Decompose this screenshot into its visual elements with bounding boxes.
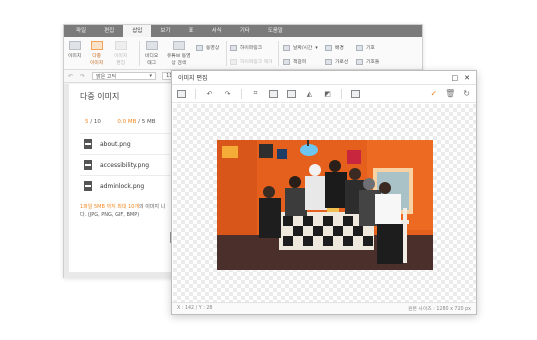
font-family-select[interactable]: 맑은 고딕 ▾ [92, 72, 157, 80]
ribbon-divider [278, 41, 279, 66]
remove-hyperlink-button[interactable]: 하이퍼링크 제거 [230, 58, 272, 65]
resize-icon[interactable] [269, 89, 278, 98]
calendar-icon [283, 44, 290, 51]
filter-icon[interactable]: ◩ [323, 90, 332, 98]
upload-note: 1파일 5MB 까지 최대 10개의 이미지 니다. (JPG, PNG, GI… [80, 204, 166, 218]
undo-icon[interactable]: ↶ [68, 73, 73, 80]
multi-image-panel: 다중 이미지 5 / 10 0.0 MB / 5 MB about.png ac… [80, 91, 170, 219]
dialog-status-bar: X : 142 / Y : 28 원본 사이즈 : 1280 x 720 px [172, 302, 476, 314]
redo-icon[interactable]: ↷ [80, 73, 85, 80]
image-edit-icon [114, 41, 127, 50]
file-icon [84, 139, 92, 149]
symbol-button[interactable]: 기호 [356, 44, 375, 51]
toolbar-divider [341, 88, 342, 99]
rotate-icon[interactable] [287, 89, 296, 98]
movie-icon [196, 44, 203, 51]
refresh-icon[interactable]: ↻ [463, 89, 470, 98]
dialog-title-bar: 이미지 편집 □ ✕ [172, 71, 476, 85]
original-size: 원본 사이즈 : 1280 x 720 px [408, 307, 471, 312]
image-icon [68, 41, 81, 50]
redo-icon[interactable]: ↷ [223, 90, 232, 98]
menu-tab-edit[interactable]: 편집 [95, 25, 123, 37]
youtube-search-button[interactable]: 유튜브 동영 상 검색 [167, 41, 191, 66]
cursor-coordinates: X : 142 / Y : 28 [177, 306, 213, 311]
video-icon [145, 41, 158, 50]
trash-icon[interactable]: 🗑 [445, 89, 455, 98]
toolbar-divider [195, 88, 196, 99]
flip-icon[interactable]: ◭ [305, 90, 314, 98]
ribbon-toolbar: 이미지 다중 이미지 이미지 편집 비디오 태그 유튜브 동영 상 검색 동영상 [64, 37, 422, 70]
youtube-icon [172, 41, 185, 50]
panel-title: 다중 이미지 [80, 92, 120, 101]
menu-tab-etc[interactable]: 기타 [231, 25, 259, 37]
video-tag-button[interactable]: 비디오 태그 [145, 41, 158, 66]
menu-tab-insert[interactable]: 삽입 [123, 25, 152, 37]
chevron-down-icon: ▾ [315, 44, 318, 51]
omega-icon [356, 44, 363, 51]
emoticon-icon [356, 58, 363, 65]
edited-photo[interactable] [217, 140, 433, 270]
file-icon [84, 160, 92, 170]
dialog-title: 이미지 편집 [178, 75, 208, 82]
image-edit-button[interactable]: 이미지 편집 [114, 41, 127, 66]
file-icon [84, 181, 92, 191]
image-edit-dialog: 이미지 편집 □ ✕ ↶ ↷ ⌗ ◭ ◩ ✓ 🗑 ↻ X: 142 / Y:… [171, 70, 477, 315]
emoticon-button[interactable]: 기호들 [356, 58, 379, 65]
file-list-item[interactable]: accessibility.png [80, 154, 170, 175]
document-page[interactable]: 다중 이미지 5 / 10 0.0 MB / 5 MB about.png ac… [69, 84, 175, 272]
datetime-button[interactable]: 날짜/시간 ▾ [283, 44, 318, 51]
menu-tab-table[interactable]: 표 [180, 25, 203, 37]
menu-tab-file[interactable]: 파일 [67, 25, 95, 37]
check-icon[interactable]: ✓ [430, 89, 437, 98]
link-icon [230, 44, 237, 51]
image-icon[interactable] [177, 89, 186, 98]
toolbar-divider [241, 88, 242, 99]
file-list-item[interactable]: adminlock.png [80, 175, 170, 196]
insert-image-button[interactable]: 이미지 [68, 41, 81, 59]
bookmark-icon [283, 58, 290, 65]
chevron-down-icon: ▾ [149, 73, 153, 79]
horizontal-line-icon [325, 58, 332, 65]
close-icon[interactable]: ✕ [464, 74, 470, 82]
unlink-icon [230, 58, 237, 65]
bookmark-button[interactable]: 책갈피 [283, 58, 306, 65]
file-list-item[interactable]: about.png [80, 133, 170, 154]
movie-button[interactable]: 동영상 [196, 44, 219, 51]
image-edit-toolbar: ↶ ↷ ⌗ ◭ ◩ ✓ 🗑 ↻ [172, 85, 476, 103]
background-button[interactable]: 배경 [325, 44, 344, 51]
horizontal-line-button[interactable]: 가로선 [325, 58, 348, 65]
menu-bar: 파일 편집 삽입 보기 표 서식 기타 도움말 [64, 25, 422, 37]
upload-status: 5 / 10 0.0 MB / 5 MB [85, 119, 156, 125]
maximize-icon[interactable]: □ [452, 74, 459, 82]
crop-icon[interactable]: ⌗ [251, 89, 260, 98]
multi-image-button[interactable]: 다중 이미지 [90, 41, 103, 66]
menu-tab-help[interactable]: 도움말 [259, 25, 292, 37]
background-icon [325, 44, 332, 51]
ribbon-divider [139, 41, 140, 66]
image-canvas[interactable] [173, 104, 476, 302]
ribbon-divider [226, 41, 227, 66]
undo-icon[interactable]: ↶ [205, 90, 214, 98]
menu-tab-format[interactable]: 서식 [203, 25, 231, 37]
pen-icon[interactable] [351, 89, 360, 98]
multi-image-icon [90, 41, 103, 50]
group-photo-illustration [217, 140, 433, 270]
hyperlink-button[interactable]: 하이퍼링크 [230, 44, 262, 51]
menu-tab-view[interactable]: 보기 [151, 25, 179, 37]
